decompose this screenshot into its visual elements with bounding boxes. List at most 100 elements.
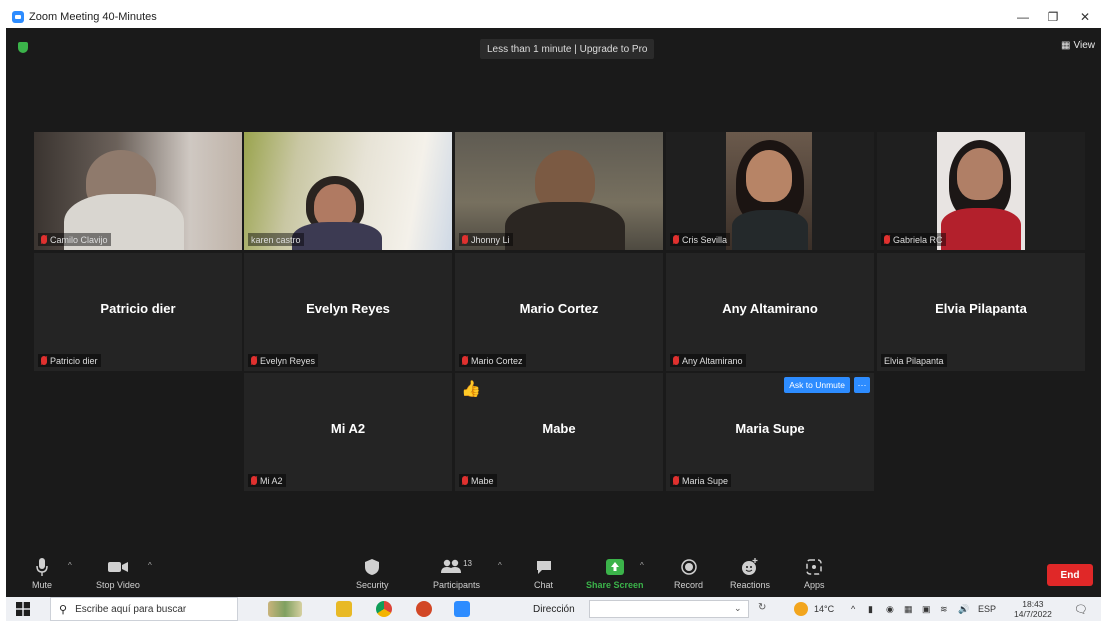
share-screen-icon [605, 557, 624, 577]
show-hidden-icons-icon[interactable]: ^ [851, 597, 855, 621]
encryption-shield-icon[interactable] [18, 42, 28, 53]
weather-sun-icon[interactable] [794, 602, 808, 616]
participant-name-label: Patricio dier [38, 354, 101, 367]
participants-icon [441, 559, 462, 575]
meeting-timer[interactable]: Less than 1 minute | Upgrade to Pro [480, 39, 655, 59]
tray-display-icon[interactable]: ▣ [922, 597, 931, 621]
tray-network-icon[interactable]: ◉ [886, 597, 894, 621]
end-meeting-button[interactable]: End [1047, 564, 1093, 586]
stop-video-button[interactable]: Stop Video [96, 557, 140, 590]
chrome-browser-icon[interactable] [376, 601, 392, 617]
view-label: View [1073, 40, 1096, 51]
participant-display-name: Any Altamirano [722, 301, 818, 316]
minimize-button[interactable]: — [1008, 6, 1038, 28]
address-input[interactable] [589, 600, 749, 618]
participant-name-label: Gabriela RC [881, 233, 946, 246]
share-options-caret-icon[interactable]: ^ [640, 561, 644, 570]
mic-muted-icon [41, 235, 47, 244]
clock[interactable]: 18:43 14/7/2022 [1014, 597, 1052, 621]
address-dropdown-icon[interactable]: ⌄ [734, 603, 742, 614]
participants-button[interactable]: 13 Participants [433, 557, 480, 591]
video-tile-cris-sevilla[interactable]: Cris Sevilla [666, 132, 874, 250]
participant-name-label: Any Altamirano [670, 354, 746, 367]
mic-muted-icon [41, 356, 47, 365]
title-bar: Zoom Meeting 40-Minutes — ❐ ✕ [6, 6, 1101, 28]
participant-display-name: Elvia Pilapanta [935, 301, 1027, 316]
taskbar-search-box[interactable]: ⚲ Escribe aquí para buscar [50, 597, 238, 621]
mic-muted-icon [251, 476, 257, 485]
meeting-controls-toolbar: Mute ^ Stop Video ^ Security 13 Particip… [6, 551, 1101, 597]
participant-name-label: Jhonny Li [459, 233, 513, 246]
tray-wifi-icon[interactable]: ≋ [940, 597, 948, 621]
refresh-icon[interactable]: ↻ [758, 602, 766, 613]
meeting-top-bar: Less than 1 minute | Upgrade to Pro ▦ Vi… [6, 28, 1101, 68]
search-icon: ⚲ [59, 603, 68, 616]
participant-tile-mario-cortez[interactable]: Mario Cortez Mario Cortez [455, 253, 663, 371]
reactions-smiley-icon [741, 557, 759, 577]
participant-tile-mabe[interactable]: 👍 Mabe Mabe [455, 373, 663, 491]
volume-icon[interactable]: 🔊 [958, 597, 969, 621]
participant-name-label: Mario Cortez [459, 354, 526, 367]
apps-button[interactable]: Apps [804, 557, 825, 590]
windows-taskbar: ⚲ Escribe aquí para buscar Dirección ⌄ ↻… [6, 597, 1101, 621]
video-tile-jhonny-li[interactable]: Jhonny Li [455, 132, 663, 250]
notification-center-icon[interactable]: 🗨 [1074, 597, 1088, 621]
zoom-taskbar-icon[interactable] [454, 601, 470, 617]
mic-muted-icon [462, 235, 468, 244]
participant-display-name: Mabe [542, 421, 576, 436]
video-tile-karen-castro[interactable]: karen castro [244, 132, 452, 250]
video-options-caret-icon[interactable]: ^ [148, 561, 152, 570]
participant-name-label: Evelyn Reyes [248, 354, 319, 367]
view-button[interactable]: ▦ View [1061, 40, 1095, 51]
participant-tile-patricio-dier[interactable]: Patricio dier Patricio dier [34, 253, 242, 371]
participant-name-label: Elvia Pilapanta [881, 354, 947, 367]
restore-button[interactable]: ❐ [1038, 6, 1068, 28]
tray-app-icon[interactable]: ▦ [904, 597, 913, 621]
mic-muted-icon [462, 356, 468, 365]
thumbs-up-reaction-icon: 👍 [461, 381, 481, 398]
more-options-button[interactable]: ··· [854, 377, 870, 393]
record-button[interactable]: Record [674, 557, 703, 590]
participant-tile-maria-supe[interactable]: Ask to Unmute ··· Maria Supe Maria Supe [666, 373, 874, 491]
participant-display-name: Mi A2 [330, 421, 366, 436]
mute-button[interactable]: Mute [32, 557, 52, 590]
mic-muted-icon [673, 356, 679, 365]
window-title: Zoom Meeting 40-Minutes [29, 11, 157, 23]
language-indicator[interactable]: ESP [978, 597, 996, 621]
weather-temperature[interactable]: 14°C [814, 597, 834, 621]
windows-start-icon[interactable] [16, 602, 30, 619]
share-screen-button[interactable]: Share Screen [586, 557, 644, 590]
participant-tile-elvia-pilapanta[interactable]: Elvia Pilapanta Elvia Pilapanta [877, 253, 1085, 371]
participant-display-name: Mario Cortez [519, 301, 599, 316]
chat-button[interactable]: Chat [534, 557, 553, 590]
close-button[interactable]: ✕ [1070, 6, 1100, 28]
mic-muted-icon [673, 235, 679, 244]
video-tile-camilo-clavijo[interactable]: Camilo Clavijo [34, 132, 242, 250]
chat-bubble-icon [536, 557, 552, 577]
tray-device-icon[interactable]: ▮ [868, 597, 873, 621]
powerpoint-icon[interactable] [416, 601, 432, 617]
participants-count: 13 [463, 558, 472, 568]
file-explorer-icon[interactable] [336, 601, 352, 617]
security-button[interactable]: Security [356, 557, 389, 590]
participant-name-label: karen castro [248, 233, 304, 246]
participant-tile-mi-a2[interactable]: Mi A2 Mi A2 [244, 373, 452, 491]
participant-tile-any-altamirano[interactable]: Any Altamirano Any Altamirano [666, 253, 874, 371]
participant-name-label: Maria Supe [670, 474, 732, 487]
video-tile-gabriela-rc[interactable]: Gabriela RC [877, 132, 1085, 250]
record-icon [680, 557, 697, 577]
reactions-button[interactable]: Reactions [730, 557, 770, 590]
address-label: Dirección [533, 603, 575, 615]
mic-muted-icon [673, 476, 679, 485]
zoom-logo-icon [12, 11, 24, 23]
search-highlight-image-icon[interactable] [268, 601, 302, 617]
audio-options-caret-icon[interactable]: ^ [68, 561, 72, 570]
participant-tile-evelyn-reyes[interactable]: Evelyn Reyes Evelyn Reyes [244, 253, 452, 371]
ask-to-unmute-button[interactable]: Ask to Unmute [784, 377, 850, 393]
microphone-icon [36, 557, 48, 577]
mic-muted-icon [462, 476, 468, 485]
participants-options-caret-icon[interactable]: ^ [498, 561, 502, 570]
participant-display-name: Patricio dier [100, 301, 176, 316]
grid-view-icon: ▦ [1061, 40, 1071, 51]
participant-display-name: Evelyn Reyes [306, 301, 390, 316]
